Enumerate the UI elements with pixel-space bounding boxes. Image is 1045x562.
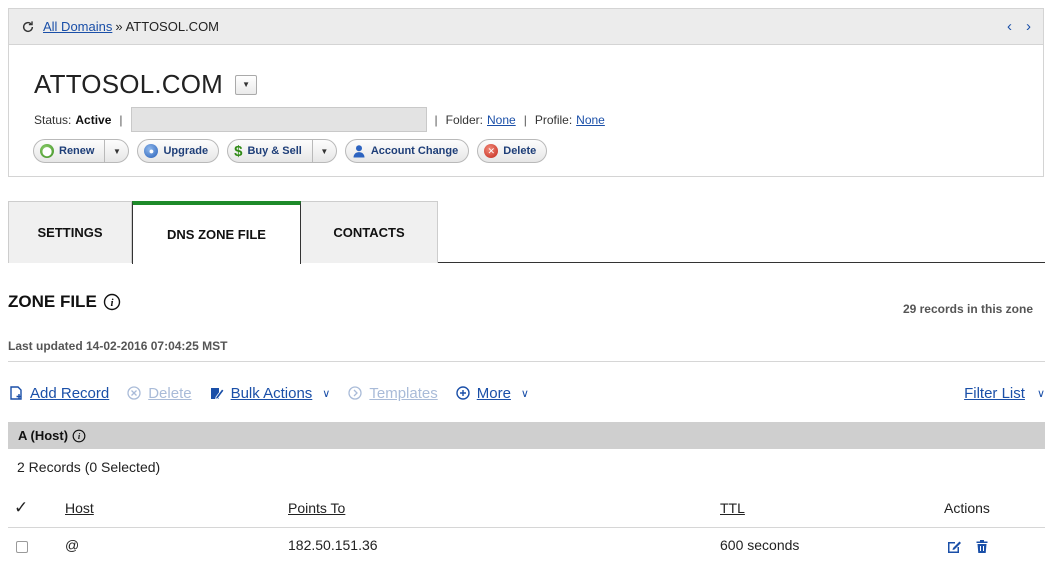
account-change-button[interactable]: Account Change [344, 139, 470, 163]
profile-link[interactable]: None [576, 113, 605, 127]
edit-icon[interactable] [946, 538, 962, 554]
breadcrumb-separator: » [115, 19, 123, 34]
divider [8, 527, 1045, 528]
svg-text:i: i [78, 431, 81, 441]
add-record-label: Add Record [30, 384, 110, 402]
add-record-icon [10, 386, 22, 400]
templates-label: Templates [369, 384, 438, 402]
info-icon[interactable]: i [72, 429, 86, 443]
divider [8, 361, 1045, 362]
tab-contacts[interactable]: CONTACTS [301, 201, 438, 263]
record-group-title: A (Host) [18, 428, 69, 443]
breadcrumb-current: ATTOSOL.COM [125, 19, 220, 34]
column-actions: Actions [944, 500, 990, 516]
check-all-icon[interactable]: ✓ [14, 498, 28, 518]
tab-dns-zone-file[interactable]: DNS ZONE FILE [132, 201, 301, 264]
page-title: ZONE FILE [8, 292, 97, 311]
tab-settings[interactable]: SETTINGS [8, 201, 132, 263]
divider: | [523, 112, 527, 127]
status-label: Status: [34, 112, 72, 127]
delete-records-label: Delete [148, 384, 192, 402]
table-row: @ 182.50.151.36 600 seconds [8, 537, 1045, 561]
dollar-icon: $ [234, 142, 243, 160]
account-change-label: Account Change [370, 145, 459, 157]
zone-toolbar: Add Record Delete Bulk Actions ∨ Templat… [8, 381, 1045, 405]
breadcrumb: All Domains » ATTOSOL.COM ‹ › [9, 9, 1043, 45]
chevron-down-icon: ∨ [322, 387, 331, 400]
renew-dropdown-button[interactable]: ▼ [104, 140, 128, 162]
folder-link[interactable]: None [487, 113, 516, 127]
chevron-left-icon[interactable]: ‹ [1007, 18, 1012, 35]
bulk-actions-label: Bulk Actions [230, 384, 313, 402]
domain-dropdown-button[interactable]: ▼ [235, 74, 258, 95]
circle-arrow-icon [348, 386, 363, 400]
renew-icon: ⬤ [40, 144, 54, 158]
delete-domain-button[interactable]: ✕ Delete [477, 139, 548, 163]
caret-down-icon: ▼ [242, 80, 250, 89]
buy-sell-button[interactable]: $ Buy & Sell [228, 140, 312, 162]
row-points-to: 182.50.151.36 [288, 537, 378, 553]
person-icon [353, 145, 365, 158]
table-header: ✓ Host Points To TTL Actions [8, 498, 1045, 522]
caret-down-icon: ▼ [320, 146, 329, 156]
tab-bar: SETTINGS DNS ZONE FILE CONTACTS [8, 201, 1045, 264]
filter-list-label: Filter List [964, 384, 1025, 402]
divider: | [119, 112, 123, 127]
domain-panel: All Domains » ATTOSOL.COM ‹ › ATTOSOL.CO… [8, 8, 1044, 177]
status-value: Active [75, 112, 112, 127]
more-label: More [476, 384, 511, 402]
delete-icon: ✕ [484, 144, 499, 158]
records-count: 29 records in this zone [902, 302, 1033, 316]
buy-sell-label: Buy & Sell [247, 145, 302, 157]
record-group-header: A (Host) i [8, 422, 1045, 449]
row-checkbox[interactable] [16, 541, 28, 553]
row-ttl: 600 seconds [720, 537, 800, 553]
renew-button-group: ⬤ Renew ▼ [33, 139, 130, 163]
delete-records-button[interactable]: Delete [126, 384, 192, 402]
column-host[interactable]: Host [65, 500, 94, 516]
chevron-down-icon: ∨ [1036, 387, 1045, 400]
buy-sell-button-group: $ Buy & Sell ▼ [227, 139, 337, 163]
bulk-actions-icon [210, 388, 225, 400]
refresh-icon[interactable] [21, 20, 35, 34]
delete-label: Delete [503, 145, 537, 157]
folder-label: Folder: [445, 112, 483, 127]
filter-list-button[interactable]: Filter List ∨ [964, 385, 1045, 402]
column-points-to[interactable]: Points To [288, 500, 345, 516]
domain-note-field[interactable] [130, 107, 427, 132]
upgrade-label: Upgrade [163, 145, 209, 157]
domain-title: ATTOSOL.COM [34, 69, 224, 99]
trash-icon[interactable] [974, 538, 990, 554]
all-domains-link[interactable]: All Domains [43, 19, 112, 34]
renew-label: Renew [59, 145, 95, 157]
column-ttl[interactable]: TTL [720, 500, 745, 516]
zone-heading: ZONE FILE i [8, 292, 121, 312]
svg-text:i: i [110, 297, 114, 309]
last-updated: Last updated 14-02-2016 07:04:25 MST [8, 339, 228, 353]
record-group-subtitle: 2 Records (0 Selected) [17, 459, 161, 475]
renew-button[interactable]: ⬤ Renew [34, 140, 104, 162]
upgrade-icon: ● [144, 144, 159, 158]
upgrade-button[interactable]: ● Upgrade [137, 139, 220, 163]
templates-button[interactable]: Templates [347, 384, 438, 402]
add-record-button[interactable]: Add Record [8, 385, 109, 402]
row-host: @ [65, 537, 80, 553]
divider: | [434, 112, 438, 127]
info-icon[interactable]: i [103, 293, 121, 311]
chevron-right-icon[interactable]: › [1026, 18, 1031, 35]
profile-label: Profile: [534, 112, 573, 127]
chevron-down-icon: ∨ [520, 387, 529, 400]
more-button[interactable]: More ∨ [455, 385, 529, 402]
bulk-actions-button[interactable]: Bulk Actions ∨ [209, 384, 331, 402]
caret-down-icon: ▼ [113, 146, 121, 156]
buy-sell-dropdown-button[interactable]: ▼ [311, 140, 336, 162]
circle-plus-icon [456, 386, 470, 400]
circle-x-icon [127, 386, 141, 400]
